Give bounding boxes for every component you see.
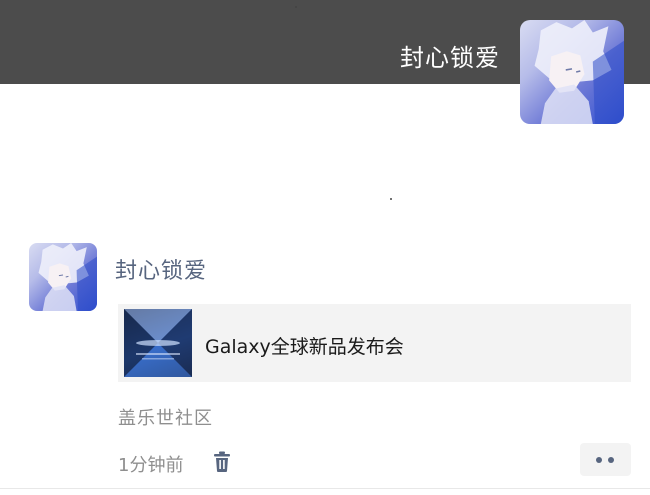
more-options-button[interactable] (580, 443, 631, 476)
divider (0, 488, 650, 489)
trash-icon (214, 451, 230, 472)
more-dots-icon (608, 457, 614, 463)
post-location[interactable]: 盖乐世社区 (118, 404, 213, 430)
galaxy-event-thumbnail-icon (124, 309, 192, 377)
cover-user-name: 封心锁爱 (400, 44, 500, 72)
more-dots-icon (596, 457, 602, 463)
anime-avatar-icon (534, 20, 624, 124)
link-card-title: Galaxy全球新品发布会 (205, 336, 404, 358)
shared-link-card[interactable]: Galaxy全球新品发布会 (118, 304, 631, 382)
post-author-name[interactable]: 封心锁爱 (115, 253, 207, 285)
speck (390, 198, 392, 200)
post-avatar[interactable] (29, 243, 97, 311)
delete-button[interactable] (210, 450, 234, 474)
speck (295, 6, 297, 8)
cover-avatar[interactable] (520, 20, 624, 124)
post-timestamp: 1分钟前 (118, 455, 184, 476)
anime-avatar-icon (38, 243, 97, 311)
